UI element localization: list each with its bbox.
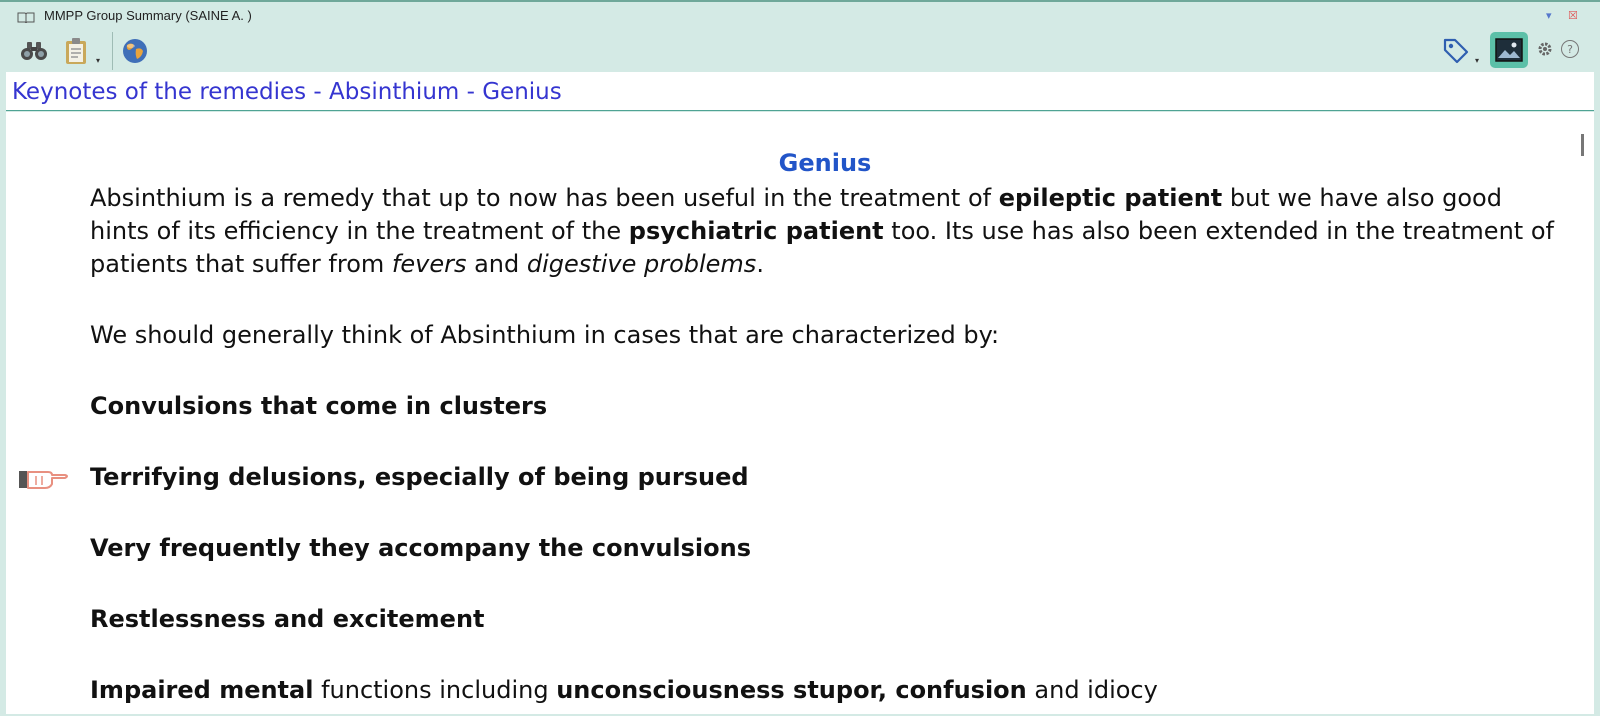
intro-text-4: and	[466, 250, 527, 278]
keynote-line: Terrifying delusions, especially of bein…	[90, 463, 749, 491]
vertical-scrollbar[interactable]	[1581, 134, 1584, 156]
tag-icon	[1443, 38, 1469, 64]
clipboard-icon	[66, 38, 86, 64]
intro-text-1: Absinthium is a remedy that up to now ha…	[90, 184, 999, 212]
image-toggle-icon	[1495, 38, 1523, 62]
document-content[interactable]: Genius Absinthium is a remedy that up to…	[6, 112, 1594, 714]
lead-paragraph: We should generally think of Absinthium …	[90, 321, 1000, 349]
window-title: MMPP Group Summary (SAINE A. )	[44, 8, 252, 23]
intro-italic-1: fevers	[391, 250, 467, 278]
document-body: Genius Absinthium is a remedy that up to…	[90, 148, 1560, 707]
search-button[interactable]	[18, 38, 50, 64]
keynote-line: Very frequently they accompany the convu…	[90, 534, 752, 562]
close-icon[interactable]: ☒	[1568, 10, 1578, 22]
intro-bold-2: psychiatric patient	[628, 217, 884, 245]
keynote-line: Restlessness and excitement	[90, 605, 485, 633]
tag-button[interactable]	[1440, 34, 1472, 66]
title-bar: MMPP Group Summary (SAINE A. ) ▾ ☒	[0, 4, 1600, 30]
image-toggle-button[interactable]	[1490, 32, 1528, 68]
keynote-line: Convulsions that come in clusters	[90, 392, 548, 420]
last-line-text-1: functions including	[313, 676, 557, 704]
document-breadcrumb-title: Keynotes of the remedies - Absinthium - …	[12, 79, 562, 105]
toolbar-separator	[112, 32, 113, 70]
section-heading: Genius	[778, 149, 872, 177]
binoculars-icon	[21, 42, 47, 60]
minimize-icon[interactable]: ▾	[1546, 10, 1552, 22]
last-line-bold-2: unconsciousness stupor, confusion	[556, 676, 1027, 704]
last-line-text-2: and idiocy	[1026, 676, 1158, 704]
clipboard-button[interactable]	[62, 36, 90, 66]
toolbar: ▾ ▾ ?	[0, 30, 1600, 72]
intro-text-5: .	[756, 250, 764, 278]
settings-icon	[1538, 42, 1552, 56]
globe-icon	[123, 39, 147, 63]
keynote-line-mixed: Impaired mental functions including unco…	[90, 674, 1560, 707]
book-icon	[17, 12, 35, 23]
last-line-bold-1: Impaired mental	[90, 676, 314, 704]
globe-button[interactable]	[120, 36, 150, 66]
intro-bold-1: epileptic patient	[998, 184, 1223, 212]
intro-paragraph: Absinthium is a remedy that up to now ha…	[90, 182, 1560, 281]
tag-dropdown-arrow[interactable]: ▾	[1475, 56, 1479, 65]
intro-italic-2: digestive problems	[526, 250, 757, 278]
document-header: Keynotes of the remedies - Absinthium - …	[6, 72, 1594, 111]
application-window: MMPP Group Summary (SAINE A. ) ▾ ☒ ▾ ▾ ?…	[0, 0, 1600, 716]
help-icon[interactable]: ?	[1561, 40, 1579, 58]
pointing-hand-icon[interactable]	[12, 460, 72, 494]
clipboard-dropdown-arrow[interactable]: ▾	[96, 56, 100, 65]
settings-button[interactable]	[1536, 40, 1554, 58]
